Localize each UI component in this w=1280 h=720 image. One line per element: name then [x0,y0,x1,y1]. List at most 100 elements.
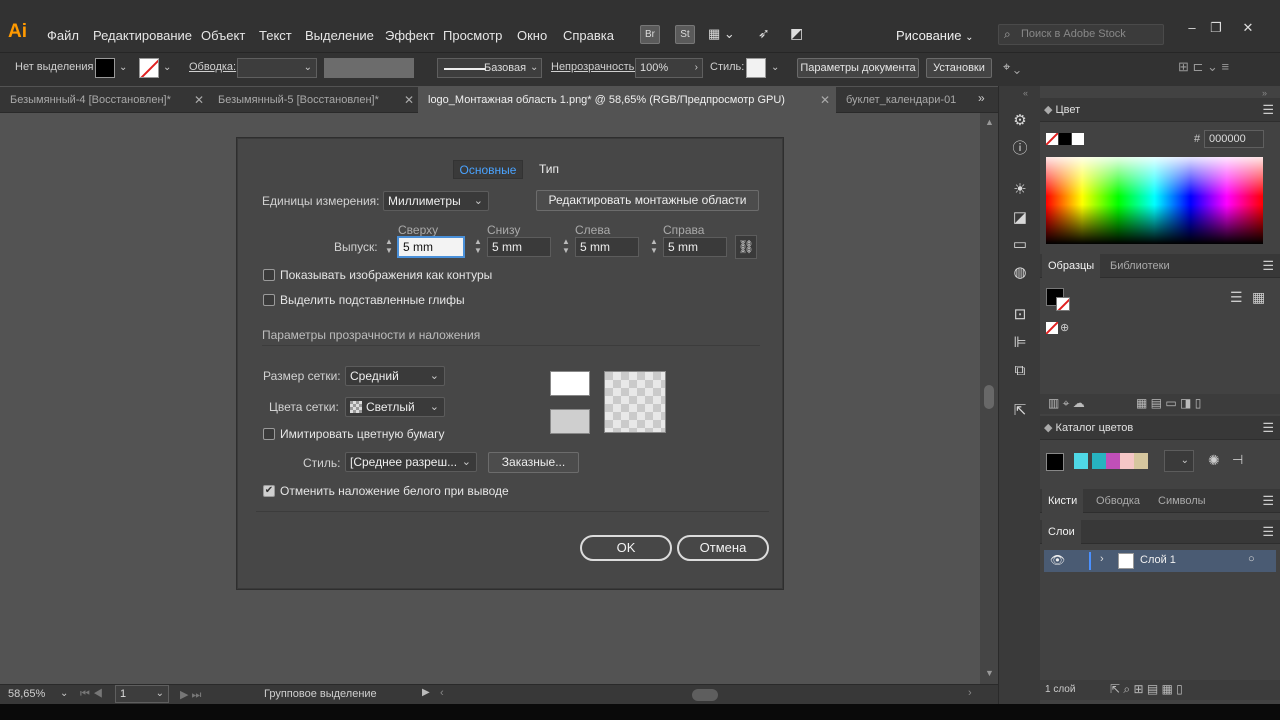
transparency-icon[interactable]: ◍ [1009,262,1031,284]
stepper-icon[interactable]: ▲ ▼ [560,237,572,257]
tab-untitled-4[interactable]: Безымянный-4 [Восстановлен]* ✕ [0,87,208,113]
close-icon[interactable]: ✕ [1238,20,1258,36]
preferences-button[interactable]: Установки [926,58,992,78]
tab-brushes[interactable]: Кисти [1042,489,1084,513]
grid-view-icon[interactable]: ▦ [1252,289,1265,306]
close-tab-icon[interactable]: ✕ [820,87,830,113]
fill-swatch[interactable] [95,58,115,78]
graphic-style-swatch[interactable] [746,58,766,78]
horizontal-scroll-thumb[interactable] [692,689,718,701]
flattener-style-select[interactable]: [Среднее разреш... ⌄ [345,452,477,472]
align-icon[interactable]: ⊞ ⊏ ⌄ ≡ [1178,59,1229,75]
save-group-icon[interactable]: ⊣ [1232,452,1243,468]
chevron-down-icon[interactable]: ⌄ [163,62,171,73]
panel-menu-icon[interactable]: ☰ [1262,416,1274,440]
discard-white-checkbox[interactable]: ✔ [263,485,275,497]
status-menu-icon[interactable]: ▶ [422,687,430,698]
stock-search-input[interactable]: ⌕ Поиск в Adobe Stock [998,24,1164,45]
brush-definition[interactable]: Базовая ⌄ [437,58,542,78]
bridge-button[interactable]: Br [640,25,660,44]
chevron-down-icon[interactable]: ⌄ [119,62,127,73]
chevron-right-icon[interactable]: › [1100,553,1104,565]
opacity-field[interactable]: 100% › [635,58,703,78]
restore-icon[interactable]: ❐ [1206,20,1226,36]
layer-name[interactable]: Слой 1 [1140,554,1176,566]
chevron-down-icon[interactable]: ⌄ [60,688,68,699]
gradient-icon[interactable]: ▭ [1009,234,1031,256]
minimize-icon[interactable]: – [1182,20,1202,36]
properties-gear-icon[interactable]: ⚙ [1009,110,1031,132]
guide-color-2[interactable] [1092,453,1106,469]
hex-input[interactable]: 000000 [1204,130,1264,148]
workspace-switcher[interactable]: Рисование ⌄ [896,28,974,43]
grid-color-gray[interactable] [550,409,590,434]
tab-symbols[interactable]: Символы [1152,489,1212,513]
edit-artboards-button[interactable]: Редактировать монтажные области [536,190,759,211]
color-wheel-icon[interactable]: ✺ [1208,452,1220,469]
graphic-styles-icon[interactable]: ◪ [1009,207,1031,229]
chevron-down-icon[interactable]: ⌄ [771,62,779,73]
swatch-options-icon[interactable]: ▦ ▤ ▭ ◨ ▯ [1136,396,1201,410]
export-icon[interactable]: ⇱ [1009,400,1031,422]
tab-logo-active[interactable]: logo_Монтажная область 1.png* @ 58,65% (… [418,87,836,113]
more-tabs-icon[interactable]: » [978,91,985,105]
tab-swatches[interactable]: Образцы [1042,254,1101,278]
ok-button[interactable]: OK [580,535,672,561]
harmony-rules-dropdown[interactable]: ⌄ [1164,450,1194,472]
bleed-right-input[interactable]: 5 mm [663,237,727,257]
info-icon[interactable]: ⓘ [1009,138,1031,160]
last-artboard-icon[interactable]: ▶ ⏭ [180,688,201,702]
menu-type[interactable]: Текст [259,28,292,43]
eye-icon[interactable]: 👁 [1050,553,1065,567]
opacity-label[interactable]: Непрозрачность: [551,61,637,73]
zoom-level[interactable]: 58,65% [8,688,45,700]
menu-edit[interactable]: Редактирование [93,28,192,43]
menu-object[interactable]: Объект [201,28,245,43]
registration-swatch-icon[interactable]: ⊕ [1060,322,1072,334]
first-artboard-icon[interactable]: ⏮ ◀ [80,688,103,701]
show-outlines-checkbox[interactable] [263,269,275,281]
guide-color-5[interactable] [1134,453,1148,469]
stroke-label[interactable]: Обводка: [189,61,236,73]
tab-type[interactable]: Тип [526,160,572,179]
stepper-icon[interactable]: ▲ ▼ [383,237,395,257]
stepper-icon[interactable]: ▲ ▼ [648,237,660,257]
none-swatch[interactable] [1046,133,1058,145]
guide-color-3[interactable] [1106,453,1120,469]
simulate-paper-checkbox[interactable] [263,428,275,440]
collapse-icon[interactable]: « [1023,88,1028,98]
link-icon[interactable]: ⛓ [735,235,757,259]
black-swatch[interactable] [1059,133,1071,145]
share-icon[interactable]: ◩ [790,25,803,42]
close-tab-icon[interactable]: ✕ [404,87,414,113]
units-select[interactable]: Миллиметры ⌄ [383,191,489,211]
swatch-library-icon[interactable]: ▥ ⌖ ☁ [1048,396,1085,411]
guide-color-1[interactable] [1074,453,1088,469]
custom-button[interactable]: Заказные... [488,452,579,473]
list-view-icon[interactable]: ☰ [1230,289,1243,306]
panel-menu-icon[interactable]: ☰ [1262,489,1274,513]
artboard-number-field[interactable]: 1 ⌄ [115,685,169,703]
highlight-glyphs-label[interactable]: Выделить подставленные глифы [280,293,465,307]
layer-actions-icon[interactable]: ⇱ ⌕ ⊞ ▤ ▦ ▯ [1110,682,1183,697]
cancel-button[interactable]: Отмена [677,535,769,561]
variable-width-profile[interactable] [324,58,414,78]
document-setup-button[interactable]: Параметры документа [797,58,919,78]
artboards-icon[interactable]: ⊡ [1009,304,1031,326]
appearance-icon[interactable]: ☀ [1009,179,1031,201]
simulate-paper-label[interactable]: Имитировать цветную бумагу [280,427,444,441]
menu-help[interactable]: Справка [563,28,614,43]
white-swatch[interactable] [1072,133,1084,145]
close-tab-icon[interactable]: ✕ [194,87,204,113]
tab-layers[interactable]: Слои [1042,520,1081,544]
discard-white-label[interactable]: Отменить наложение белого при выводе [280,484,509,498]
scroll-right-icon[interactable]: › [968,687,972,699]
tab-untitled-5[interactable]: Безымянный-5 [Восстановлен]* ✕ [208,87,418,113]
scroll-up-icon[interactable]: ▲ [985,117,994,127]
tab-libraries[interactable]: Библиотеки [1104,254,1176,278]
tab-basic[interactable]: Основные [453,160,523,179]
scroll-thumb[interactable] [984,385,994,409]
menu-file[interactable]: Файл [47,28,79,43]
guide-color-4[interactable] [1120,453,1134,469]
highlight-glyphs-checkbox[interactable] [263,294,275,306]
